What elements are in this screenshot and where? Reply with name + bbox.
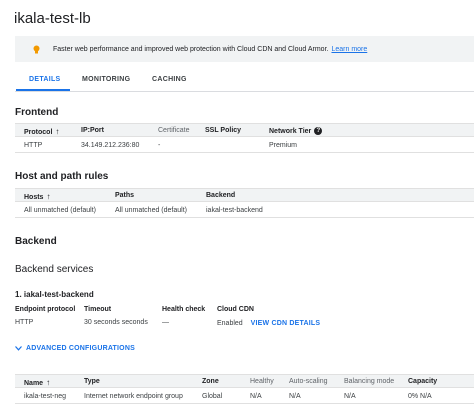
tab-monitoring[interactable]: MONITORING <box>82 76 130 83</box>
tab-caching[interactable]: CACHING <box>152 76 187 83</box>
cell-hosts: All unmatched (default) <box>24 207 96 214</box>
frontend-table-header: Protocol ↑ IP:Port Certificate SSL Policy… <box>15 123 474 137</box>
advanced-configurations-label: ADVANCED CONFIGURATIONS <box>26 345 135 352</box>
banner-text: Faster web performance and improved web … <box>53 45 329 53</box>
timeout-label: Timeout <box>84 306 112 313</box>
sort-arrow-up-icon[interactable]: ↑ <box>46 192 50 201</box>
col-zone: Zone <box>202 378 219 385</box>
cell-protocol: HTTP <box>24 142 43 149</box>
cell-paths: All unmatched (default) <box>115 207 187 214</box>
chevron-down-icon <box>15 346 22 351</box>
host-rules-table-header: Hosts ↑ Paths Backend <box>15 188 474 202</box>
backend-service-title: 1. iakal-test-backend <box>15 290 94 299</box>
col-ssl-policy: SSL Policy <box>205 127 242 134</box>
table-row: All unmatched (default) All unmatched (d… <box>15 204 474 218</box>
cell-network-tier: Premium <box>269 142 298 149</box>
col-name[interactable]: Name ↑ <box>24 378 50 387</box>
timeout-value: 30 seconds seconds <box>84 319 148 326</box>
endpoint-protocol-label: Endpoint protocol <box>15 306 76 313</box>
host-path-rules-heading: Host and path rules <box>15 171 109 182</box>
health-check-label: Health check <box>162 306 206 313</box>
help-icon[interactable]: ? <box>314 127 323 135</box>
view-cdn-details-link[interactable]: VIEW CDN DETAILS <box>251 320 321 327</box>
cloud-cdn-status: Enabled VIEW CDN DETAILS <box>217 320 320 327</box>
cell-type: Internet network endpoint group <box>84 393 183 400</box>
tab-bar: DETAILS MONITORING CACHING <box>15 66 474 92</box>
advanced-configurations-toggle[interactable]: ADVANCED CONFIGURATIONS <box>15 345 135 352</box>
cell-healthy: N/A <box>250 393 262 400</box>
col-healthy: Healthy <box>250 378 274 385</box>
backend-heading: Backend <box>15 236 57 247</box>
sort-arrow-up-icon[interactable]: ↑ <box>46 378 50 387</box>
cell-ip-port: 34.149.212.236:80 <box>81 142 140 149</box>
page-title: ikala-test-lb <box>14 10 91 27</box>
cell-auto-scaling: N/A <box>289 393 301 400</box>
active-tab-indicator <box>16 89 70 91</box>
cell-capacity: 0% N/A <box>408 393 432 400</box>
backend-services-heading: Backend services <box>15 264 94 275</box>
table-row: HTTP 34.149.212.236:80 - Premium <box>15 139 474 153</box>
col-hosts[interactable]: Hosts ↑ <box>24 192 50 201</box>
cloud-cdn-label: Cloud CDN <box>217 306 254 313</box>
cloud-cdn-value: Enabled <box>217 320 243 327</box>
col-backend: Backend <box>206 192 236 199</box>
sort-arrow-up-icon[interactable]: ↑ <box>55 127 59 136</box>
col-type: Type <box>84 378 100 385</box>
cell-name: ikala-test-neg <box>24 393 67 400</box>
cell-certificate: - <box>158 142 161 149</box>
health-check-value: — <box>162 319 169 326</box>
col-protocol[interactable]: Protocol ↑ <box>24 127 59 136</box>
frontend-heading: Frontend <box>15 107 59 118</box>
col-network-tier: Network Tier? <box>269 127 323 135</box>
lightbulb-icon <box>33 45 40 54</box>
learn-more-link[interactable]: Learn more <box>331 46 367 53</box>
col-auto-scaling: Auto-scaling <box>289 378 328 385</box>
tab-details[interactable]: DETAILS <box>29 76 61 83</box>
col-balancing-mode: Balancing mode <box>344 378 395 385</box>
neg-table-header: Name ↑ Type Zone Healthy Auto-scaling Bal… <box>15 374 474 388</box>
col-certificate: Certificate <box>158 127 190 134</box>
table-row: ikala-test-neg Internet network endpoint… <box>15 390 474 404</box>
col-ip-port: IP:Port <box>81 127 104 134</box>
col-capacity: Capacity <box>408 378 438 385</box>
col-paths: Paths <box>115 192 135 199</box>
endpoint-protocol-value: HTTP <box>15 319 34 326</box>
cdn-promo-banner: Faster web performance and improved web … <box>15 36 474 62</box>
cell-balancing-mode: N/A <box>344 393 356 400</box>
cell-zone: Global <box>202 393 223 400</box>
cell-backend: iakal-test-backend <box>206 207 263 214</box>
